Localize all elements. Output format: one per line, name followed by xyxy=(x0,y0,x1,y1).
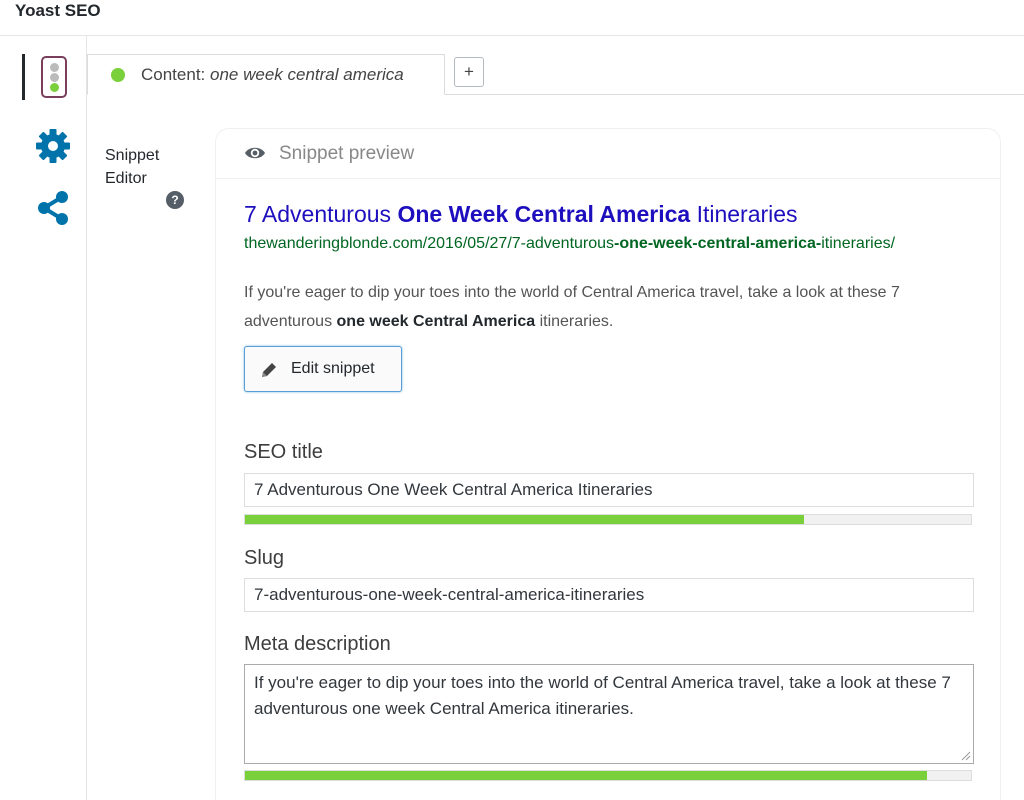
tab-social[interactable] xyxy=(22,186,72,236)
add-keyword-button[interactable]: + xyxy=(454,57,484,87)
seo-title-input[interactable] xyxy=(244,473,974,507)
help-icon[interactable]: ? xyxy=(166,191,184,209)
traffic-light-dot xyxy=(50,73,59,82)
metabox-header: Yoast SEO xyxy=(0,0,1024,36)
tab-content-analysis[interactable] xyxy=(22,54,72,100)
snippet-title-part: Itineraries xyxy=(690,201,798,227)
keyword-tabs: Content: one week central america + xyxy=(87,54,1024,95)
slug-label: Slug xyxy=(244,547,285,569)
snippet-desc-part: itineraries. xyxy=(535,313,614,330)
metabox-main: Content: one week central america + Snip… xyxy=(86,36,1024,800)
content-tab-prefix: Content: xyxy=(141,65,210,84)
edit-snippet-label: Edit snippet xyxy=(291,360,375,377)
metabox-title: Yoast SEO xyxy=(15,1,101,20)
pencil-icon xyxy=(262,363,276,377)
snippet-preview-header: Snippet preview xyxy=(216,129,1000,179)
snippet-editor-label: Snippet Editor xyxy=(105,147,160,187)
gear-icon xyxy=(36,129,70,163)
eye-icon xyxy=(245,147,265,159)
snippet-title-link[interactable]: 7 Adventurous One Week Central America I… xyxy=(244,201,798,228)
edit-snippet-button[interactable]: Edit snippet xyxy=(244,346,402,392)
seo-title-progress xyxy=(244,514,972,525)
traffic-light-icon xyxy=(41,56,67,98)
meta-description-label: Meta description xyxy=(244,633,391,655)
content-tab-label: Content: one week central america xyxy=(141,65,404,85)
tab-content-keyword[interactable]: Content: one week central america xyxy=(87,54,445,95)
snippet-url: thewanderingblonde.com/2016/05/27/7-adve… xyxy=(244,233,974,255)
traffic-light-dot-green xyxy=(50,83,59,92)
snippet-description: If you're eager to dip your toes into th… xyxy=(244,278,974,336)
slug-input[interactable] xyxy=(244,578,974,612)
snippet-preview-heading: Snippet preview xyxy=(279,143,415,164)
focus-keyword: one week central america xyxy=(210,65,404,84)
seo-title-progress-fill xyxy=(245,515,805,524)
seo-title-label: SEO title xyxy=(244,441,323,463)
snippet-title-keyword: One Week Central America xyxy=(397,201,691,227)
traffic-light-dot xyxy=(50,63,59,72)
snippet-title-part: 7 Adventurous xyxy=(244,201,398,227)
snippet-preview-card: Snippet preview 7 Adventurous One Week C… xyxy=(215,128,1001,800)
meta-description-textarea[interactable]: If you're eager to dip your toes into th… xyxy=(244,664,974,764)
snippet-url-keyword: -one-week-central-america- xyxy=(614,235,822,252)
share-icon xyxy=(38,191,68,225)
meta-description-progress xyxy=(244,770,972,781)
meta-description-progress-fill xyxy=(245,771,928,780)
snippet-url-part: thewanderingblonde.com/2016/05/27/7-adve… xyxy=(244,235,615,252)
snippet-url-part: itineraries/ xyxy=(821,235,896,252)
status-dot xyxy=(111,68,125,82)
snippet-desc-keyword: one week Central America xyxy=(336,313,536,330)
tab-advanced-settings[interactable] xyxy=(22,126,72,176)
resize-grip-icon[interactable] xyxy=(961,751,971,761)
metabox-side-tabs xyxy=(0,36,86,800)
